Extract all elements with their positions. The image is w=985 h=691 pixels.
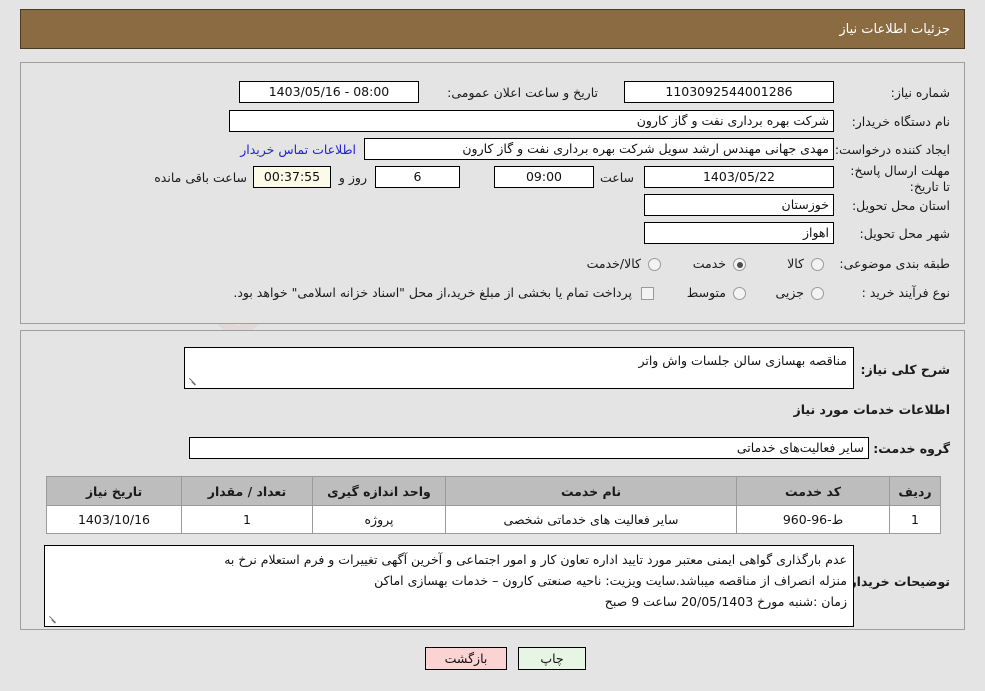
buyer-contact-link[interactable]: اطلاعات تماس خریدار bbox=[240, 142, 356, 157]
announce-datetime-label: تاریخ و ساعت اعلان عمومی: bbox=[447, 85, 598, 100]
buyer-notes-line-3: زمان :شنبه مورخ 20/05/1403 ساعت 9 صبح bbox=[604, 594, 847, 609]
need-details-page: جزئیات اطلاعات نیاز AriaTender.net شماره… bbox=[0, 0, 985, 691]
process-label-minor: جزیی bbox=[775, 285, 804, 300]
table-header-row: ردیف کد خدمت نام خدمت واحد اندازه گیری ت… bbox=[46, 476, 941, 506]
buyer-notes-line-1: عدم بارگذاری گواهی ایمنی معتبر مورد تایی… bbox=[224, 552, 847, 567]
category-radio-goods[interactable] bbox=[811, 258, 824, 271]
buyer-org-value[interactable]: شرکت بهره برداری نفت و گاز کارون bbox=[229, 110, 834, 132]
th-service-name: نام خدمت bbox=[445, 476, 737, 506]
th-row-no: ردیف bbox=[889, 476, 941, 506]
resize-grip-icon[interactable] bbox=[187, 375, 199, 387]
service-group-value[interactable]: سایر فعالیت‌های خدماتی bbox=[189, 437, 869, 459]
need-number-value[interactable]: 1103092544001286 bbox=[624, 81, 834, 103]
need-description-label: شرح کلی نیاز: bbox=[860, 362, 950, 377]
requester-label: ایجاد کننده درخواست: bbox=[834, 142, 950, 157]
buyer-notes-line-2: منزله انصراف از مناقصه میباشد.سایت ویزیت… bbox=[374, 573, 847, 588]
buyer-notes-textarea[interactable]: عدم بارگذاری گواهی ایمنی معتبر مورد تایی… bbox=[44, 545, 854, 627]
announce-datetime-value[interactable]: 08:00 - 1403/05/16 bbox=[239, 81, 419, 103]
resize-grip-icon[interactable] bbox=[47, 613, 59, 625]
process-radio-minor[interactable] bbox=[811, 287, 824, 300]
deadline-label: مهلت ارسال پاسخ: تا تاریخ: bbox=[850, 163, 950, 194]
process-label: نوع فرآیند خرید : bbox=[861, 285, 950, 300]
services-table: ردیف کد خدمت نام خدمت واحد اندازه گیری ت… bbox=[46, 476, 941, 534]
cell-row-no: 1 bbox=[889, 505, 941, 534]
cell-quantity: 1 bbox=[181, 505, 313, 534]
process-label-medium: متوسط bbox=[686, 285, 726, 300]
treasury-bonds-checkbox[interactable] bbox=[641, 287, 654, 300]
buyer-org-label: نام دستگاه خریدار: bbox=[851, 114, 950, 129]
service-group-label: گروه خدمت: bbox=[873, 441, 950, 456]
th-unit: واحد اندازه گیری bbox=[312, 476, 446, 506]
page-title: جزئیات اطلاعات نیاز bbox=[839, 21, 950, 37]
category-radio-goods-service[interactable] bbox=[648, 258, 661, 271]
back-button[interactable]: بازگشت bbox=[425, 647, 507, 670]
process-radio-medium[interactable] bbox=[733, 287, 746, 300]
services-section-title: اطلاعات خدمات مورد نیاز bbox=[793, 402, 951, 417]
category-label: طبقه بندی موضوعی: bbox=[839, 256, 950, 271]
category-radio-service[interactable] bbox=[733, 258, 746, 271]
need-description-textarea[interactable]: مناقصه بهسازی سالن جلسات واش واتر bbox=[184, 347, 854, 389]
buyer-notes-label: توضیحات خریدار: bbox=[844, 574, 950, 589]
city-value[interactable]: اهواز bbox=[644, 222, 834, 244]
days-and-label: روز و bbox=[338, 170, 367, 185]
need-number-label: شماره نیاز: bbox=[890, 85, 950, 100]
page-title-bar: جزئیات اطلاعات نیاز bbox=[20, 9, 965, 49]
requester-value[interactable]: مهدی جهانی مهندس ارشد سویل شرکت بهره برد… bbox=[364, 138, 834, 160]
cell-unit: پروژه bbox=[312, 505, 446, 534]
need-details-panel: شرح کلی نیاز: مناقصه بهسازی سالن جلسات و… bbox=[20, 330, 965, 630]
category-label-goods: کالا bbox=[787, 256, 804, 271]
treasury-bonds-note: پرداخت تمام یا بخشی از مبلغ خرید،از محل … bbox=[233, 285, 632, 300]
need-info-panel: شماره نیاز: 1103092544001286 تاریخ و ساع… bbox=[20, 62, 965, 324]
table-row: 1 ط-96-960 سایر فعالیت های خدماتی شخصی پ… bbox=[46, 505, 941, 534]
deadline-date-value[interactable]: 1403/05/22 bbox=[644, 166, 834, 188]
th-quantity: تعداد / مقدار bbox=[181, 476, 313, 506]
time-remaining-value: 00:37:55 bbox=[253, 166, 331, 188]
category-label-service: خدمت bbox=[692, 256, 726, 271]
days-remaining-value: 6 bbox=[375, 166, 460, 188]
need-description-value: مناقصه بهسازی سالن جلسات واش واتر bbox=[638, 353, 847, 368]
deadline-time-label: ساعت bbox=[599, 170, 634, 185]
province-label: استان محل تحویل: bbox=[851, 198, 950, 213]
deadline-time-value[interactable]: 09:00 bbox=[494, 166, 594, 188]
cell-service-code: ط-96-960 bbox=[736, 505, 890, 534]
category-label-goods-service: کالا/خدمت bbox=[586, 256, 641, 271]
cell-need-date: 1403/10/16 bbox=[46, 505, 182, 534]
cell-service-name: سایر فعالیت های خدماتی شخصی bbox=[445, 505, 737, 534]
time-remaining-label: ساعت باقی مانده bbox=[154, 170, 247, 185]
city-label: شهر محل تحویل: bbox=[859, 226, 950, 241]
province-value[interactable]: خوزستان bbox=[644, 194, 834, 216]
th-need-date: تاریخ نیاز bbox=[46, 476, 182, 506]
th-service-code: کد خدمت bbox=[736, 476, 890, 506]
print-button[interactable]: چاپ bbox=[518, 647, 586, 670]
